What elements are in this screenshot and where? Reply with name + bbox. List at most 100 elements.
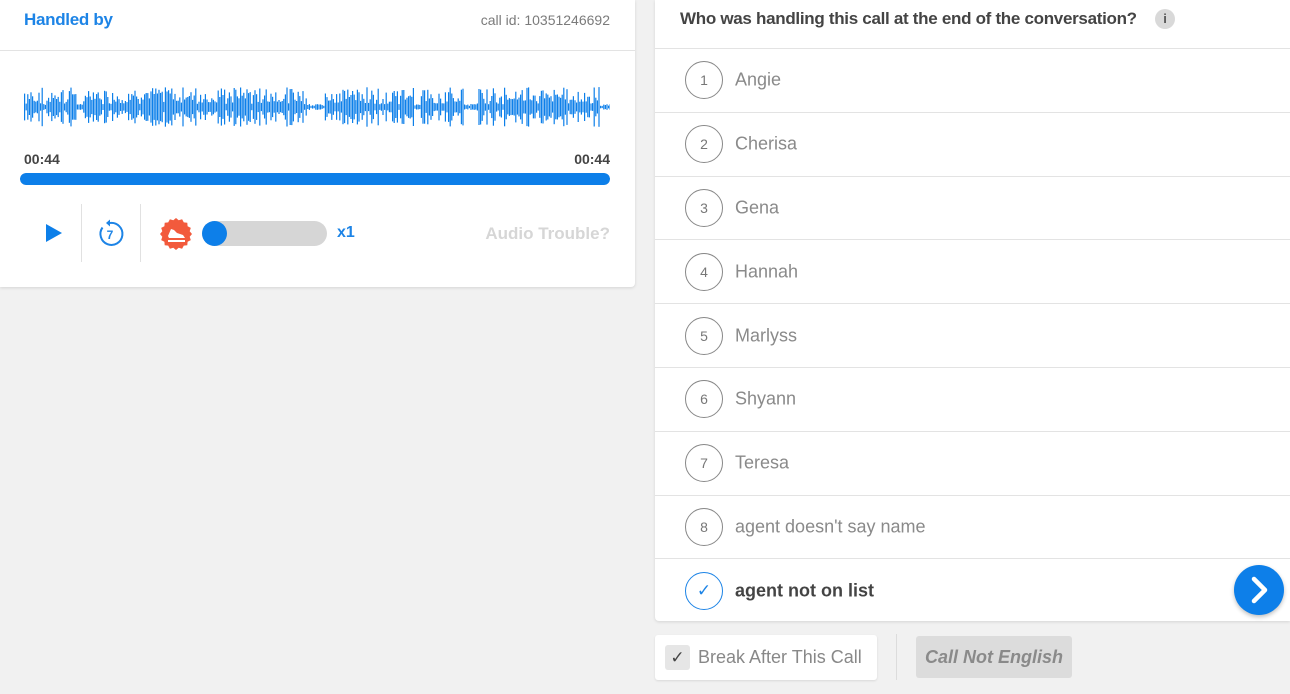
waveform-bar (600, 105, 602, 109)
answer-option[interactable]: 6 Shyann (655, 368, 1290, 432)
waveform-bar (33, 100, 35, 114)
waveform-bar (601, 105, 603, 109)
waveform-bar (404, 99, 406, 115)
waveform-bar (521, 90, 523, 124)
playback-progress-fill (20, 173, 610, 185)
waveform-bar (145, 93, 147, 121)
waveform-bar (339, 93, 341, 121)
waveform-bar (416, 104, 418, 110)
waveform-bar (462, 88, 464, 126)
waveform-bar (524, 100, 526, 114)
audio-trouble-link[interactable]: Audio Trouble? (485, 224, 610, 244)
answer-option[interactable]: 1 Angie (655, 49, 1290, 113)
waveform-bar (590, 103, 592, 111)
waveform-bar (604, 105, 606, 110)
waveform-bar (294, 99, 296, 115)
waveform-bar (454, 101, 456, 113)
option-number: 7 (685, 444, 723, 483)
waveform-bar (360, 100, 362, 114)
waveform-bar (400, 95, 402, 119)
waveform-bar (28, 99, 30, 115)
waveform-bar (113, 99, 115, 115)
playback-speed-slider[interactable] (202, 221, 327, 246)
waveform-bar (235, 89, 237, 125)
waveform-bar (308, 104, 310, 110)
waveform-bar (96, 94, 98, 120)
answer-option[interactable]: 4 Hannah (655, 240, 1290, 305)
option-number: 2 (685, 125, 723, 164)
next-button[interactable] (1234, 565, 1284, 615)
waveform-bar (195, 88, 197, 126)
waveform-bar (585, 101, 587, 113)
waveform-bar (182, 87, 184, 127)
waveform-bar (48, 97, 50, 117)
call-not-english-button[interactable]: Call Not English (916, 636, 1072, 678)
waveform-bar (584, 92, 586, 121)
option-label: Gena (735, 197, 780, 218)
waveform-bar (76, 104, 78, 110)
waveform-bar (395, 96, 397, 118)
waveform-bar (108, 103, 110, 111)
playback-progress-bar[interactable] (20, 173, 610, 185)
waveform-bar (344, 90, 346, 124)
waveform-bar (72, 94, 74, 120)
waveform-bar (472, 104, 474, 110)
waveform-bar (121, 100, 123, 114)
play-button[interactable] (40, 220, 66, 246)
waveform-bar (155, 88, 157, 126)
option-label: Teresa (735, 452, 790, 473)
waveform-bar (299, 96, 301, 118)
waveform-bar (216, 102, 218, 112)
answer-option[interactable]: ✓ agent not on list (655, 559, 1290, 623)
waveform-bar (30, 92, 32, 122)
waveform-bar (548, 97, 550, 117)
waveform-bar (316, 104, 318, 110)
waveform-bar (328, 100, 330, 114)
speed-slider-handle[interactable] (202, 221, 227, 246)
waveform-bar (536, 101, 538, 113)
player-header: Handled by call id: 10351246692 (0, 0, 635, 51)
waveform-bar (553, 89, 555, 125)
waveform-bar (166, 91, 168, 123)
waveform-bar (203, 99, 205, 115)
waveform-bar (443, 103, 445, 111)
waveform-bar (556, 94, 558, 120)
waveform-bar (393, 91, 395, 123)
waveform-bar (396, 91, 398, 123)
option-number: 6 (685, 380, 723, 419)
waveform-bar (440, 98, 442, 116)
waveform-bar (470, 104, 472, 110)
waveform-bar (139, 103, 141, 111)
waveform-bar (352, 91, 354, 123)
break-after-call-checkbox[interactable]: ✓ Break After This Call (655, 635, 877, 680)
waveform-bar (318, 104, 320, 110)
waveform-bar (513, 98, 515, 116)
waveform-bar (321, 105, 323, 109)
waveform-bar (484, 103, 486, 111)
waveform-bar (414, 105, 416, 109)
waveform-bar (603, 104, 605, 110)
waveform-bar (534, 95, 536, 119)
waveform-bar (262, 99, 264, 115)
answer-option[interactable]: 7 Teresa (655, 432, 1290, 496)
waveform-bar (572, 96, 574, 118)
answer-option[interactable]: 2 Cherisa (655, 113, 1290, 177)
checkbox-check-icon: ✓ (665, 645, 690, 670)
waveform-bar (123, 103, 125, 111)
waveform-bar (488, 104, 490, 110)
waveform-bar (86, 97, 88, 117)
answer-option[interactable]: 8 agent doesn't say name (655, 496, 1290, 560)
waveform-bar (422, 90, 424, 124)
answer-option[interactable]: 3 Gena (655, 177, 1290, 241)
waveform-bar (105, 91, 107, 123)
waveform-bar (209, 102, 211, 112)
waveform-bar (528, 87, 530, 127)
waveform-bar (433, 102, 435, 112)
answer-option[interactable]: 5 Marlyss (655, 304, 1290, 368)
info-icon[interactable]: i (1155, 9, 1175, 29)
replay-7-button[interactable]: 7 (94, 218, 126, 250)
audio-waveform[interactable] (24, 86, 610, 128)
waveform-bar (483, 98, 485, 116)
waveform-bar (150, 91, 152, 123)
waveform-bar (592, 103, 594, 111)
